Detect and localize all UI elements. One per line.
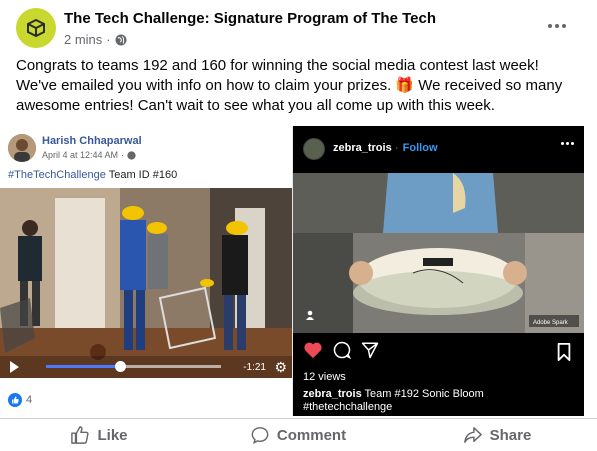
page-logo-icon	[27, 18, 45, 38]
ig-media[interactable]: Adobe Spark	[293, 173, 584, 333]
post-more-button[interactable]	[545, 14, 569, 38]
share-icon	[463, 427, 482, 443]
more-icon	[561, 142, 564, 145]
ig-more-button[interactable]	[561, 142, 574, 145]
globe-icon	[127, 150, 136, 160]
embed-author-name[interactable]: Harish Chhaparwal	[42, 135, 142, 147]
video-controls: -1:21 ⚙	[0, 356, 292, 378]
ig-media-frame: Adobe Spark	[293, 173, 584, 333]
bookmark-icon	[557, 343, 571, 361]
video-frame	[0, 188, 292, 378]
comment-bubble-icon[interactable]	[333, 341, 351, 359]
embed-date: April 4 at 12:44 AM ·	[42, 150, 136, 160]
author-avatar[interactable]	[8, 134, 36, 162]
like-icon	[8, 393, 22, 407]
ig-actions	[303, 341, 379, 359]
embed-date-separator: ·	[121, 150, 125, 160]
ig-save-button[interactable]	[556, 343, 572, 366]
more-icon	[548, 24, 552, 28]
ig-caption-tag[interactable]: #thetechchallenge	[303, 401, 392, 413]
comment-icon	[251, 427, 269, 444]
video-time: -1:21	[243, 362, 266, 373]
ig-caption: zebra_trois Team #192 Sonic Bloom #thete…	[303, 388, 573, 414]
reaction-count: 4	[26, 394, 33, 406]
gear-icon[interactable]: ⚙	[274, 359, 287, 375]
globe-icon	[115, 34, 127, 45]
meta-separator: ·	[106, 32, 111, 47]
video-progress-fill	[46, 365, 120, 368]
ig-follow-group: · Follow	[391, 142, 438, 154]
ig-watermark: Adobe Spark	[533, 320, 569, 326]
video-progress[interactable]	[46, 361, 221, 372]
comment-label: Comment	[276, 426, 347, 444]
reaction-summary[interactable]: 4	[8, 393, 32, 407]
post-actions: Like Comment Share	[0, 418, 597, 451]
like-label: Like	[97, 426, 128, 444]
post-meta: 2 mins ·	[64, 32, 127, 47]
like-icon	[71, 426, 90, 444]
heart-icon[interactable]	[303, 341, 323, 359]
embed-date-text[interactable]: April 4 at 12:44 AM	[42, 150, 118, 160]
ig-caption-user[interactable]: zebra_trois	[303, 388, 362, 400]
embed-caption: #TheTechChallenge Team ID #160	[8, 169, 177, 181]
comment-button[interactable]: Comment	[199, 419, 398, 451]
post-text: Congrats to teams 192 and 160 for winnin…	[16, 57, 563, 114]
ig-username[interactable]: zebra_trois	[333, 142, 392, 154]
page-avatar[interactable]	[16, 8, 56, 48]
ig-dot: ·	[395, 142, 399, 154]
person-icon	[305, 307, 315, 325]
hashtag-link[interactable]: #TheTechChallenge	[8, 169, 106, 181]
post-header: The Tech Challenge: Signature Program of…	[0, 0, 597, 52]
video-scrubber[interactable]	[114, 361, 126, 372]
share-button[interactable]: Share	[398, 419, 597, 451]
post-time[interactable]: 2 mins	[64, 32, 102, 47]
caption-text: Team ID #160	[105, 169, 178, 181]
ig-follow-button[interactable]: Follow	[403, 142, 438, 154]
fb-embed-card: Harish Chhaparwal April 4 at 12:44 AM · …	[0, 126, 293, 416]
like-button[interactable]: Like	[0, 419, 199, 451]
ig-views: 12 views	[303, 371, 346, 383]
play-icon[interactable]	[10, 361, 19, 373]
video-player[interactable]: -1:21 ⚙	[0, 188, 292, 378]
share-label: Share	[489, 426, 532, 444]
ig-caption-text: Team #192 Sonic Bloom	[361, 388, 484, 400]
ig-embed-card: zebra_trois · Follow Adobe Spark 12 view…	[293, 126, 584, 416]
send-icon[interactable]	[361, 341, 379, 359]
ig-avatar[interactable]	[303, 138, 325, 160]
page-name[interactable]: The Tech Challenge: Signature Program of…	[64, 10, 436, 27]
